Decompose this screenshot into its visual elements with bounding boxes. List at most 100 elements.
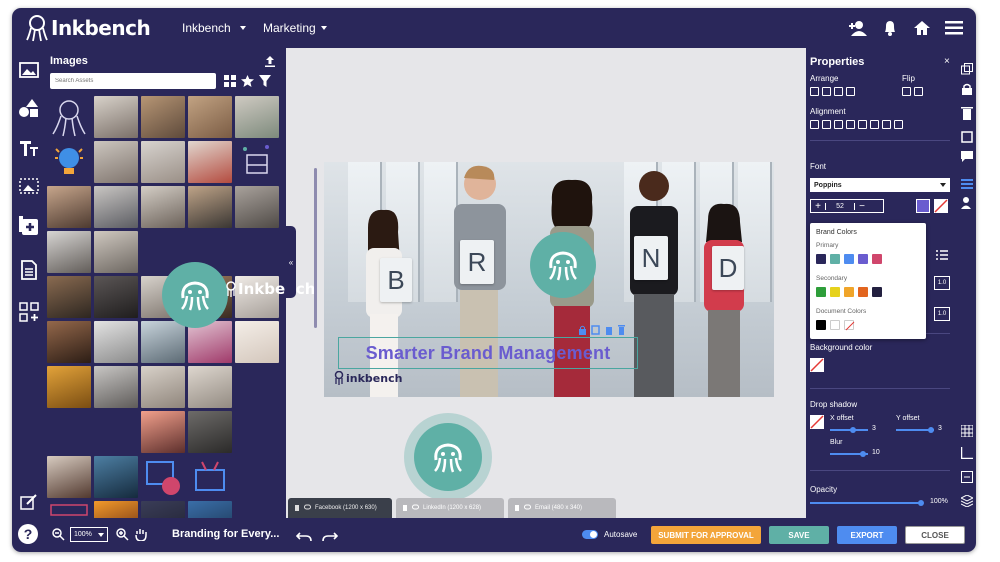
flip-icons[interactable] — [902, 87, 923, 96]
close-icon[interactable]: × — [944, 56, 950, 67]
asset-thumbnail[interactable] — [235, 411, 279, 453]
shapes-tool-icon[interactable] — [17, 96, 41, 120]
canvas-wordmark[interactable]: inkbench — [334, 371, 402, 385]
ruler-icon[interactable] — [959, 446, 973, 464]
export-button[interactable]: EXPORT — [837, 526, 897, 544]
asset-thumbnail[interactable] — [188, 456, 232, 498]
nav-workspace[interactable]: Inkbench — [182, 21, 246, 35]
opacity-slider-knob[interactable] — [918, 500, 924, 506]
text-tool-icon[interactable] — [17, 136, 41, 160]
user-settings-icon[interactable] — [961, 196, 973, 214]
grid-overlay-icon[interactable] — [960, 424, 974, 442]
link-icon[interactable] — [304, 504, 311, 512]
design-canvas[interactable]: B R N D Smarter Brand Management inkbenc… — [324, 162, 774, 397]
asset-thumbnail[interactable] — [141, 456, 185, 498]
secondary-swatch[interactable] — [816, 287, 826, 297]
trash-icon[interactable] — [961, 106, 973, 125]
asset-thumbnail[interactable] — [188, 186, 232, 228]
save-button[interactable]: SAVE — [769, 526, 829, 544]
asset-thumbnail[interactable] — [94, 231, 138, 273]
trash-icon[interactable] — [514, 504, 520, 513]
collapse-panel-button[interactable]: « — [286, 226, 296, 298]
asset-thumbnail[interactable] — [47, 231, 91, 273]
dragged-logo-mark[interactable] — [162, 262, 228, 328]
blur-slider-knob[interactable] — [860, 451, 866, 457]
font-size-stepper[interactable]: + 52 − — [810, 199, 884, 213]
crop-image-tool-icon[interactable] — [17, 174, 41, 198]
guides-icon[interactable] — [961, 470, 973, 488]
tab-facebook[interactable]: Facebook (1200 x 630) — [288, 498, 392, 518]
asset-thumbnail[interactable] — [47, 96, 91, 138]
primary-swatch[interactable] — [816, 254, 826, 264]
zoom-select[interactable]: 100% — [70, 527, 108, 542]
letter-spacing-input[interactable]: 1.0 — [934, 307, 950, 321]
asset-thumbnail[interactable] — [141, 366, 185, 408]
alignment-icons[interactable] — [810, 120, 903, 129]
submit-for-approval-button[interactable]: SUBMIT FOR APPROVAL — [651, 526, 761, 544]
asset-thumbnail[interactable] — [47, 186, 91, 228]
asset-thumbnail[interactable] — [235, 96, 279, 138]
zoom-in-icon[interactable] — [116, 528, 129, 546]
document-tool-icon[interactable] — [17, 258, 41, 282]
redo-icon[interactable] — [322, 529, 339, 547]
document-swatch[interactable] — [830, 320, 840, 330]
autosave-toggle[interactable] — [582, 530, 598, 539]
asset-thumbnail[interactable] — [141, 186, 185, 228]
asset-thumbnail[interactable] — [235, 186, 279, 228]
asset-thumbnail[interactable] — [141, 96, 185, 138]
primary-swatch[interactable] — [858, 254, 868, 264]
line-height-input[interactable]: 1.0 — [934, 276, 950, 290]
home-icon[interactable] — [910, 16, 934, 40]
canvas-logo-circle[interactable] — [530, 232, 596, 298]
asset-thumbnail[interactable] — [141, 411, 185, 453]
unlink-icon[interactable] — [524, 504, 531, 512]
asset-thumbnail[interactable] — [235, 366, 279, 408]
trash-icon[interactable] — [402, 504, 408, 513]
lock-icon[interactable] — [961, 82, 973, 100]
asset-thumbnail[interactable] — [94, 456, 138, 498]
blur-slider[interactable] — [830, 451, 868, 457]
nav-department[interactable]: Marketing — [263, 21, 327, 35]
asset-thumbnail[interactable] — [94, 321, 138, 363]
undo-icon[interactable] — [295, 529, 312, 547]
primary-swatch[interactable] — [830, 254, 840, 264]
decrease-icon[interactable]: − — [855, 201, 869, 212]
document-swatch[interactable] — [816, 320, 826, 330]
duplicate-icon[interactable] — [961, 62, 973, 80]
font-color-swatch[interactable] — [916, 199, 930, 213]
help-icon[interactable]: ? — [18, 524, 38, 544]
asset-thumbnail[interactable] — [188, 366, 232, 408]
primary-swatch[interactable] — [872, 254, 882, 264]
templates-tool-icon[interactable] — [17, 300, 41, 324]
add-user-icon[interactable] — [846, 16, 870, 40]
text-align-icon[interactable] — [961, 178, 973, 196]
trash-icon[interactable] — [294, 504, 300, 513]
tab-email[interactable]: Email (480 x 340) — [508, 498, 616, 518]
add-element-tool-icon[interactable] — [17, 214, 41, 238]
asset-thumbnail[interactable] — [47, 321, 91, 363]
asset-thumbnail[interactable] — [94, 411, 138, 453]
comment-icon[interactable] — [961, 150, 973, 168]
background-color-swatch[interactable] — [810, 358, 824, 372]
asset-thumbnail[interactable] — [188, 96, 232, 138]
asset-thumbnail[interactable] — [47, 141, 91, 183]
upload-icon[interactable] — [264, 54, 276, 72]
asset-thumbnail[interactable] — [235, 231, 279, 273]
app-logo[interactable]: Inkbench — [26, 14, 151, 42]
asset-thumbnail[interactable] — [235, 456, 279, 498]
asset-thumbnail[interactable] — [188, 141, 232, 183]
asset-thumbnail[interactable] — [188, 411, 232, 453]
font-size-value[interactable]: 52 — [825, 202, 855, 210]
opacity-slider[interactable] — [810, 500, 924, 506]
asset-thumbnail[interactable] — [47, 276, 91, 318]
hamburger-menu-icon[interactable] — [942, 16, 966, 40]
y-offset-slider-knob[interactable] — [928, 427, 934, 433]
asset-thumbnail[interactable] — [47, 456, 91, 498]
asset-thumbnail[interactable] — [94, 96, 138, 138]
asset-thumbnail[interactable] — [235, 141, 279, 183]
arrange-icons[interactable] — [810, 87, 855, 96]
asset-thumbnail[interactable] — [94, 141, 138, 183]
asset-thumbnail[interactable] — [141, 321, 185, 363]
no-color-swatch[interactable] — [844, 320, 855, 331]
layers-icon[interactable] — [959, 494, 975, 512]
